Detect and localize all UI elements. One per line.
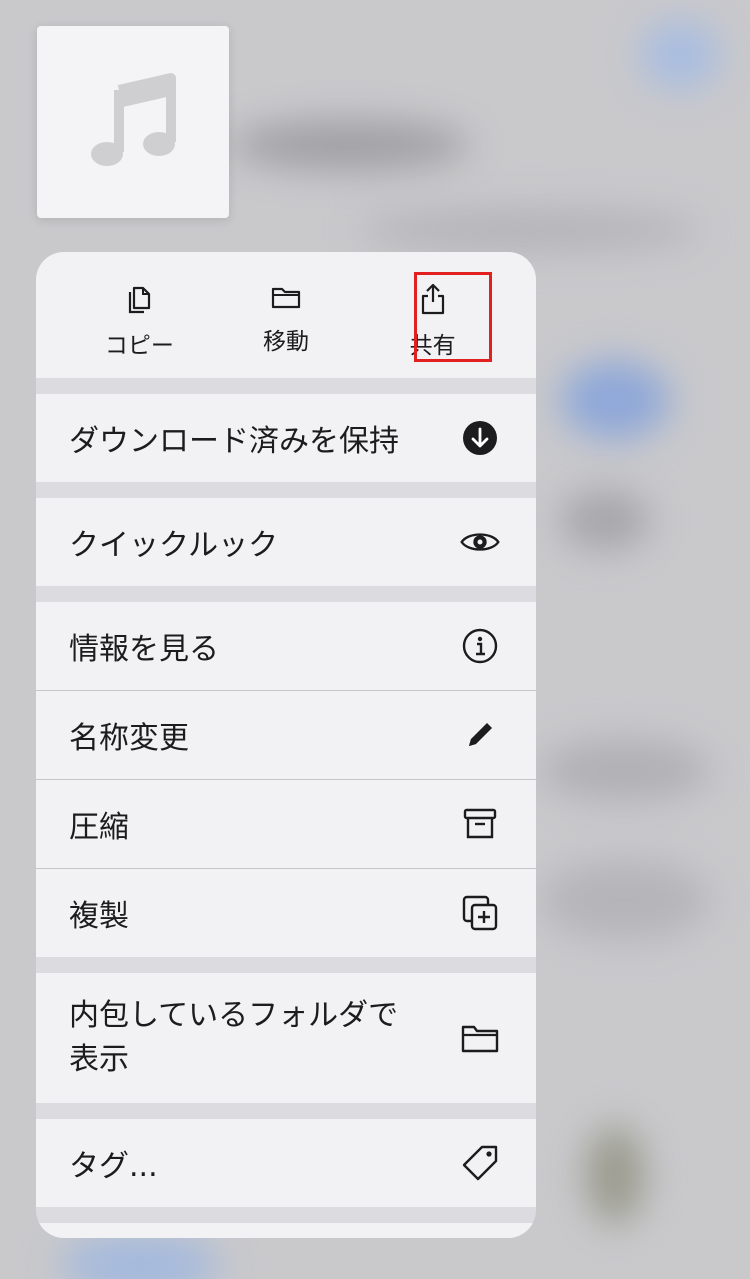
show-in-folder-item[interactable]: 内包しているフォルダで表示 (36, 973, 536, 1103)
get-info-item[interactable]: 情報を見る (36, 602, 536, 690)
move-label: 移動 (262, 329, 309, 355)
get-info-label: 情報を見る (69, 632, 219, 667)
compress-item[interactable]: 圧縮 (36, 780, 536, 868)
tag-icon (460, 1143, 500, 1183)
rename-label: 名称変更 (69, 721, 189, 756)
quick-actions-row: コピー 移動 共有 (36, 252, 536, 378)
compress-label: 圧縮 (69, 810, 129, 845)
folder-icon (271, 287, 301, 309)
share-label: 共有 (409, 333, 456, 359)
move-button[interactable]: 移動 (226, 252, 346, 378)
eye-icon (460, 522, 500, 562)
tags-label: タグ... (69, 1149, 158, 1184)
tags-item[interactable]: タグ... (36, 1119, 536, 1207)
share-icon (421, 283, 444, 315)
quick-look-item[interactable]: クイックルック (36, 498, 536, 586)
duplicate-item[interactable]: 複製 (36, 869, 536, 957)
duplicate-label: 複製 (69, 899, 129, 934)
file-thumbnail (37, 26, 229, 218)
duplicate-icon (460, 893, 500, 933)
share-button[interactable]: 共有 (373, 252, 493, 378)
quick-look-label: クイックルック (69, 528, 279, 563)
keep-downloaded-item[interactable]: ダウンロード済みを保持 (36, 394, 536, 482)
archive-icon (460, 804, 500, 844)
download-circle-icon (460, 418, 500, 458)
copy-icon (129, 286, 151, 314)
show-in-folder-label: 内包しているフォルダで表示 (69, 998, 399, 1077)
context-menu: コピー 移動 共有 ダウンロード済みを保持 クイックルック 情報を見る 名称変更… (36, 252, 536, 1238)
rename-item[interactable]: 名称変更 (36, 691, 536, 779)
music-note-icon (91, 73, 176, 166)
copy-label: コピー (104, 333, 174, 359)
copy-button[interactable]: コピー (79, 252, 199, 378)
folder-icon (460, 1018, 500, 1058)
info-icon (460, 626, 500, 666)
pencil-icon (460, 715, 500, 755)
keep-downloaded-label: ダウンロード済みを保持 (69, 424, 399, 459)
